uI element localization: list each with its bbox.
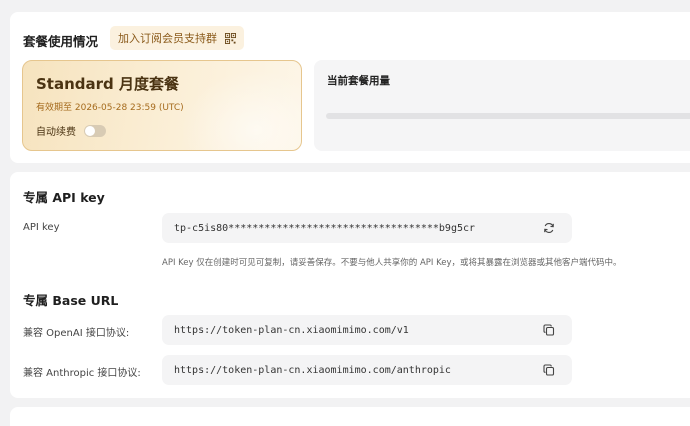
- openai-protocol-label: 兼容 OpenAI 接口协议:: [23, 328, 130, 339]
- api-key-hint: API Key 仅在创建时可见可复制，请妥善保存。不要与他人共享你的 API K…: [162, 258, 622, 268]
- refresh-icon[interactable]: [543, 222, 555, 234]
- anthropic-protocol-label: 兼容 Anthropic 接口协议:: [23, 368, 141, 379]
- toggle-knob: [85, 125, 95, 136]
- anthropic-url-value: https://token-plan-cn.xiaomimimo.com/ant…: [174, 364, 451, 376]
- auto-renew-toggle[interactable]: [84, 124, 106, 137]
- plan-expiry: 有效期至 2026-05-28 23:59 (UTC): [36, 103, 184, 113]
- current-usage-label: 当前套餐用量: [327, 75, 390, 87]
- usage-section-title: 套餐使用情况: [23, 34, 99, 49]
- current-usage-panel: 当前套餐用量: [314, 60, 690, 151]
- api-key-section-title: 专属 API key: [23, 190, 105, 205]
- openai-url-field[interactable]: https://token-plan-cn.xiaomimimo.com/v1: [162, 315, 572, 345]
- auto-renew-row: 自动续费: [36, 123, 106, 138]
- copy-icon[interactable]: [543, 364, 555, 376]
- auto-renew-label: 自动续费: [36, 127, 76, 138]
- api-key-label: API key: [23, 222, 60, 233]
- api-config-card: 专属 API key API key tp-c5is80************…: [10, 172, 690, 398]
- base-url-section-title: 专属 Base URL: [23, 293, 119, 308]
- plan-card: Standard 月度套餐 有效期至 2026-05-28 23:59 (UTC…: [22, 60, 302, 151]
- next-section-card: [10, 407, 690, 426]
- usage-progress-bar: [326, 113, 690, 119]
- anthropic-url-field[interactable]: https://token-plan-cn.xiaomimimo.com/ant…: [162, 355, 572, 385]
- usage-card: 套餐使用情况 加入订阅会员支持群 Standard 月度套餐 有效期至 2026…: [10, 12, 690, 163]
- api-key-value: tp-c5is80*******************************…: [174, 222, 476, 234]
- join-group-button[interactable]: 加入订阅会员支持群: [110, 26, 244, 50]
- copy-icon[interactable]: [543, 324, 555, 336]
- openai-url-value: https://token-plan-cn.xiaomimimo.com/v1: [174, 324, 409, 336]
- qr-code-icon: [225, 32, 236, 44]
- plan-name: Standard 月度套餐: [36, 75, 179, 93]
- api-key-field[interactable]: tp-c5is80*******************************…: [162, 213, 572, 243]
- join-group-label: 加入订阅会员支持群: [118, 32, 217, 45]
